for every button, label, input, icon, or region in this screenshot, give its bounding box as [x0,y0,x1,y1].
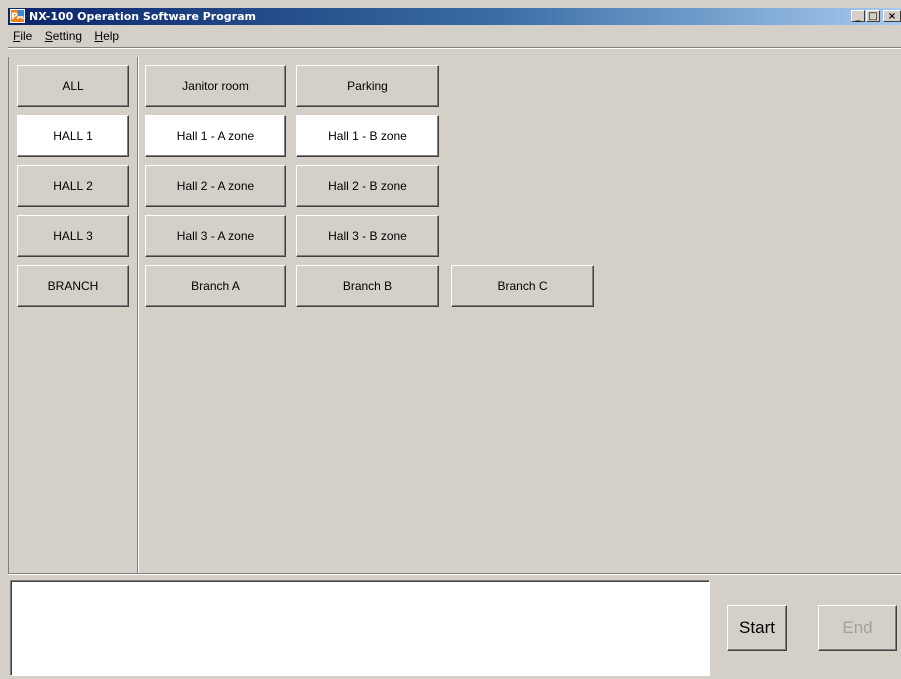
group-button-hall1[interactable]: HALL 1 [17,115,129,157]
title-bar[interactable]: PA NX-100 Operation Software Program _ □… [8,8,901,25]
zone-button-hall3-a[interactable]: Hall 3 - A zone [145,215,286,257]
zone-button-hall2-b[interactable]: Hall 2 - B zone [296,165,439,207]
group-button-branch[interactable]: BRANCH [17,265,129,307]
close-button[interactable]: × [883,10,901,22]
menu-help[interactable]: Help [89,26,123,46]
zone-button-hall1-a[interactable]: Hall 1 - A zone [145,115,286,157]
group-button-hall2[interactable]: HALL 2 [17,165,129,207]
menu-separator [8,47,901,49]
zone-button-parking[interactable]: Parking [296,65,439,107]
zone-button-hall3-b[interactable]: Hall 3 - B zone [296,215,439,257]
group-button-hall3[interactable]: HALL 3 [17,215,129,257]
bottom-separator [8,573,901,575]
start-button[interactable]: Start [727,605,787,651]
zone-button-branch-a[interactable]: Branch A [145,265,286,307]
zone-button-hall1-b[interactable]: Hall 1 - B zone [296,115,439,157]
window-title: NX-100 Operation Software Program [29,10,256,23]
minimize-button[interactable]: _ [851,10,865,22]
zone-button-branch-b[interactable]: Branch B [296,265,439,307]
menu-setting[interactable]: Setting [40,26,86,46]
end-button[interactable]: End [818,605,897,651]
app-icon: PA [10,9,25,23]
menu-file[interactable]: File [8,26,36,46]
message-display [10,580,710,676]
zone-button-hall2-a[interactable]: Hall 2 - A zone [145,165,286,207]
zone-button-branch-c[interactable]: Branch C [451,265,594,307]
maximize-button[interactable]: □ [866,10,880,22]
group-button-all[interactable]: ALL [17,65,129,107]
zone-button-janitor-room[interactable]: Janitor room [145,65,286,107]
menu-bar: File Setting Help [8,26,901,46]
